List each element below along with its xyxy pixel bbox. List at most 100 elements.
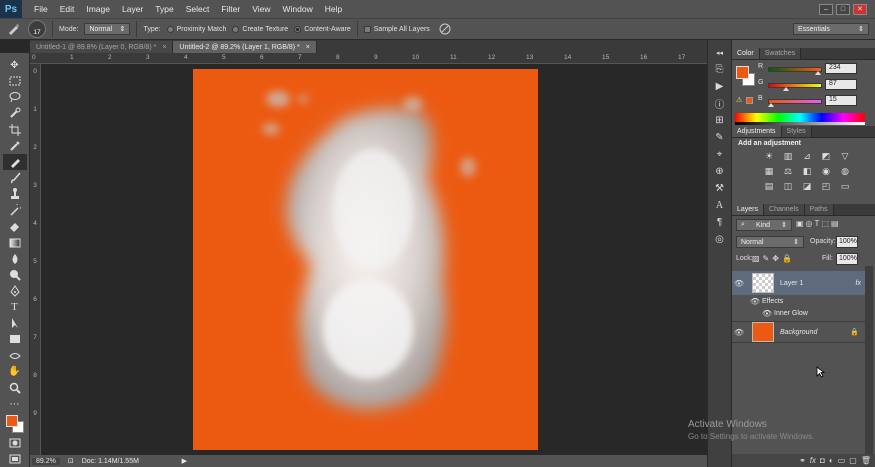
color-slider-b[interactable]: B 15 [732,94,875,108]
radio-create-texture[interactable]: Create Texture [232,25,288,33]
tool-presets-icon[interactable]: ⚒ [710,180,730,197]
menu-file[interactable]: File [28,4,54,14]
fx-add-icon[interactable]: fx [810,456,816,465]
brush-size-picker[interactable]: 17 [28,20,46,38]
crop-tool-icon[interactable] [3,122,27,138]
black-white-icon[interactable]: ◧ [800,165,814,177]
color-slider-g[interactable]: G 87 [732,78,875,92]
tab-swatches[interactable]: Swatches [759,48,802,59]
collapse-icon[interactable]: ◂◂ [710,44,730,61]
mask-icon[interactable]: ◘ [820,456,825,465]
tab-layers[interactable]: Layers [732,204,765,215]
actions-icon[interactable]: ▶ [710,78,730,95]
layer-comps-icon[interactable]: ◎ [710,231,730,248]
eye-icon[interactable]: 👁 [732,328,746,337]
eye-icon[interactable]: 👁 [760,309,774,318]
eyedropper-tool-icon[interactable] [3,138,27,154]
threshold-icon[interactable]: ◰ [819,180,833,192]
close-icon[interactable]: × [162,44,166,51]
info-icon[interactable]: ⓘ [710,95,730,112]
history-brush-tool-icon[interactable] [3,202,27,218]
blur-tool-icon[interactable] [3,251,27,267]
zoom-tool-icon[interactable] [3,380,27,396]
blend-mode-select[interactable]: Normal ⇕ [736,236,804,248]
status-arrow-icon[interactable]: ▶ [182,457,187,465]
color-slider-r[interactable]: R 234 [732,62,875,76]
tab-color[interactable]: Color [732,48,760,59]
screen-mode-icon[interactable] [3,451,27,467]
gradient-tool-icon[interactable] [3,235,27,251]
zoom-level[interactable]: 89.2% [32,457,60,465]
pen-tool-icon[interactable] [3,283,27,299]
workspace-select[interactable]: Essentials ⇕ [793,23,869,35]
path-selection-tool-icon[interactable] [3,315,27,331]
hue-saturation-icon[interactable]: ▦ [762,165,776,177]
layer-effect-inner-glow-row[interactable]: 👁 Inner Glow [732,307,865,319]
slider-track[interactable] [768,83,822,88]
radio-proximity-match[interactable]: Proximity Match [166,25,226,33]
curves-icon[interactable]: ⊿ [800,150,814,162]
menu-type[interactable]: Type [149,4,179,14]
channel-value-input[interactable]: 234 [825,63,857,74]
layer-filter-icons[interactable]: ▣◎T⬚▤ [796,219,841,228]
menu-filter[interactable]: Filter [215,4,246,14]
link-icon[interactable]: ⚭ [799,456,806,465]
history-icon[interactable]: ⎘ [710,61,730,78]
layer-effects-row[interactable]: 👁 Effects [732,295,865,307]
exposure-icon[interactable]: ◩ [819,150,833,162]
gradient-map-icon[interactable]: ▭ [838,180,852,192]
more-tools-icon[interactable]: ⋯ [3,396,27,412]
color-spectrum[interactable] [735,113,865,122]
slider-thumb[interactable] [814,71,821,75]
color-lookup-icon[interactable]: ▤ [762,180,776,192]
opacity-input[interactable]: 100% [836,236,858,248]
foreground-color-swatch[interactable] [5,415,18,428]
radio-content-aware[interactable]: Content-Aware [294,25,351,33]
tab-styles[interactable]: Styles [781,126,812,137]
lasso-tool-icon[interactable] [3,89,27,105]
sample-all-layers-checkbox[interactable]: Sample All Layers [363,25,430,33]
pressure-size-icon[interactable] [436,21,454,37]
close-button[interactable]: ✕ [853,3,867,15]
eraser-tool-icon[interactable] [3,218,27,234]
clone-stamp-tool-icon[interactable] [3,186,27,202]
export-icon[interactable]: ⊡ [68,457,74,465]
adjustment-layer-icon[interactable]: ◐ [829,456,834,465]
trash-icon[interactable]: 🗑 [861,456,871,465]
vibrance-icon[interactable]: ▽ [838,150,852,162]
maximize-button[interactable]: □ [836,3,850,15]
document-canvas[interactable] [193,69,538,450]
move-tool-icon[interactable]: ✥ [3,57,27,73]
healing-brush-tool-icon[interactable] [2,153,27,170]
menu-select[interactable]: Select [180,4,216,14]
layer-row-layer-1[interactable]: 👁 Layer 1 fx [732,271,865,295]
tab-untitled-1[interactable]: Untitled-1 @ 89.8% (Layer 0, RGB/8) * × [30,41,174,53]
minimize-button[interactable]: – [819,3,833,15]
menu-window[interactable]: Window [276,4,318,14]
menu-layer[interactable]: Layer [116,4,149,14]
character-icon[interactable]: A [710,197,730,214]
grayscale-ramp[interactable] [735,122,865,125]
levels-icon[interactable]: ▥ [781,150,795,162]
brush-panel-icon[interactable]: ✎ [710,129,730,146]
lock-icons[interactable]: ▨✎✥🔒 [752,254,795,263]
tab-untitled-2[interactable]: Untitled-2 @ 89.2% (Layer 1, RGB/8) * × [173,41,317,53]
quick-selection-tool-icon[interactable] [3,105,27,121]
tab-adjustments[interactable]: Adjustments [732,126,782,137]
eye-icon[interactable]: 👁 [748,297,762,306]
hand-tool-icon[interactable]: ✋ [3,364,27,380]
photo-filter-icon[interactable]: ◉ [819,165,833,177]
channel-mixer-icon[interactable]: ◍ [838,165,852,177]
new-layer-icon[interactable]: ▢ [849,456,857,465]
fill-input[interactable]: 100% [836,253,858,265]
tab-channels[interactable]: Channels [764,204,805,215]
properties-icon[interactable]: ⊞ [710,112,730,129]
eye-icon[interactable]: 👁 [732,279,746,288]
clone-source-icon[interactable]: ⊕ [710,163,730,180]
layer-row-background[interactable]: 👁 Background 🔒 [732,321,865,343]
healing-brush-tool-preset-icon[interactable] [4,21,22,37]
mode-select[interactable]: Normal ⇕ [84,23,131,35]
close-icon[interactable]: × [306,44,310,51]
channel-value-input[interactable]: 87 [825,79,857,90]
menu-help[interactable]: Help [319,4,348,14]
